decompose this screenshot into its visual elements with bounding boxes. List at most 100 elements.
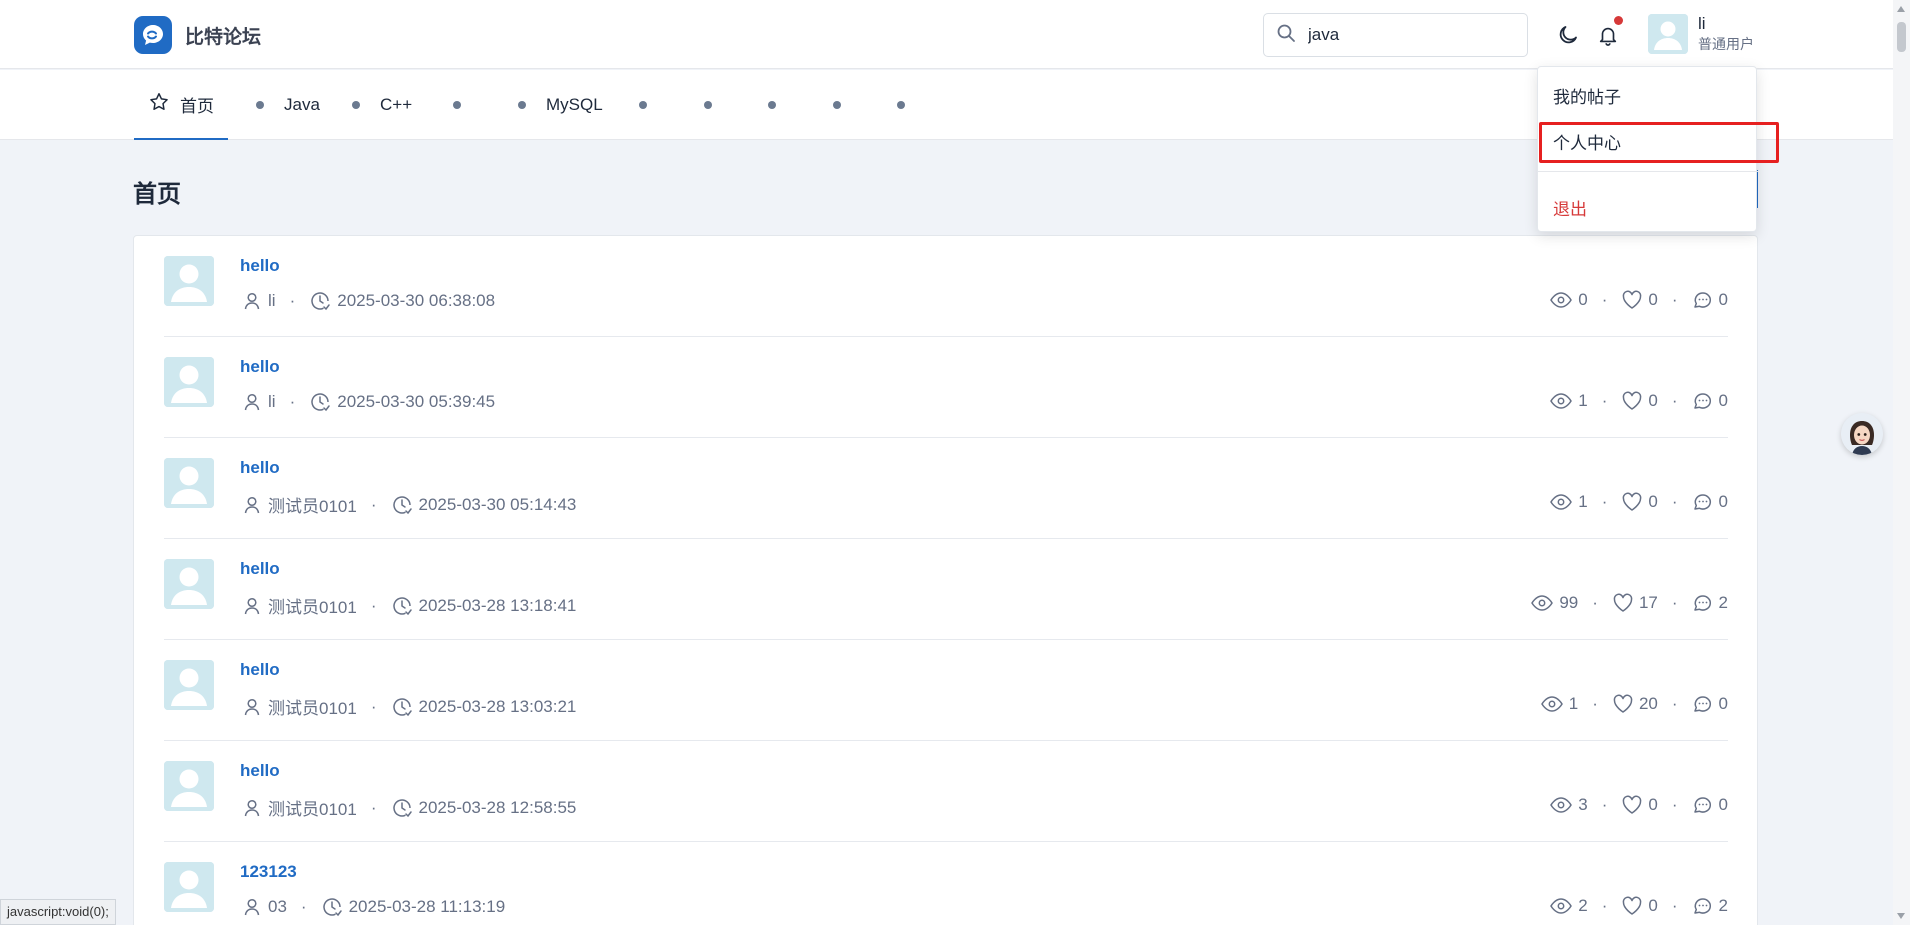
user-name: li (1698, 14, 1706, 33)
post-row[interactable]: hello 测试员0101 · 2025-03-30 05:14:43 1 · 0 · 0 (164, 438, 1728, 539)
nav-item-category-7[interactable] (768, 70, 796, 140)
eye-icon (1530, 593, 1554, 613)
post-title-link[interactable]: hello (240, 660, 280, 680)
user-icon (242, 798, 262, 818)
eye-icon (1549, 795, 1573, 815)
nav-item-category-6[interactable] (704, 70, 732, 140)
separator: · (1671, 290, 1678, 309)
nav-item-category-5[interactable] (639, 70, 667, 140)
post-title-link[interactable]: hello (240, 256, 280, 276)
avatar (1648, 14, 1688, 54)
nav-item-label: Java (284, 95, 320, 114)
post-row[interactable]: hello 测试员0101 · 2025-03-28 13:18:41 99 · 17 · 2 (164, 539, 1728, 640)
author-avatar[interactable] (164, 660, 214, 710)
separator: · (289, 392, 296, 411)
star-icon (148, 91, 170, 118)
user-menu-trigger[interactable]: li 普通用户 (1648, 14, 1754, 54)
page-title: 首页 (133, 181, 181, 208)
nav-item-mysql[interactable]: MySQL (518, 70, 603, 140)
post-author[interactable]: 测试员0101 (268, 694, 357, 719)
post-author[interactable]: 03 (268, 897, 287, 917)
menu-item-my-posts[interactable]: 我的帖子 (1553, 83, 1621, 108)
post-row[interactable]: hello li · 2025-03-30 06:38:08 0 · 0 · 0 (164, 236, 1728, 337)
post-row[interactable]: hello li · 2025-03-30 05:39:45 1 · 0 · 0 (164, 337, 1728, 438)
nav-item-category-3[interactable] (453, 70, 481, 140)
like-count: 0 (1648, 391, 1658, 410)
post-author[interactable]: 测试员0101 (268, 492, 357, 517)
comment-icon (1692, 795, 1714, 815)
clock-icon (391, 595, 413, 617)
separator: · (1601, 290, 1608, 309)
like-count: 0 (1648, 290, 1658, 309)
search-icon (1276, 23, 1296, 48)
user-icon (242, 697, 262, 717)
post-author[interactable]: 测试员0101 (268, 795, 357, 820)
nav-item-java[interactable]: Java (256, 70, 320, 140)
author-avatar[interactable] (164, 458, 214, 508)
post-row[interactable]: hello 测试员0101 · 2025-03-28 12:58:55 3 · 0 · 0 (164, 741, 1728, 842)
brand[interactable]: 比特论坛 (134, 16, 261, 54)
dot-icon (352, 101, 360, 109)
author-avatar[interactable] (164, 559, 214, 609)
scrollbar-thumb[interactable] (1897, 22, 1906, 52)
notification-bell-icon[interactable] (1595, 16, 1623, 48)
author-avatar[interactable] (164, 862, 214, 912)
scroll-down-arrow-icon[interactable] (1897, 913, 1905, 919)
search-input[interactable] (1308, 25, 1508, 45)
clock-icon (391, 696, 413, 718)
separator: · (300, 897, 307, 916)
post-row[interactable]: hello 测试员0101 · 2025-03-28 13:03:21 1 · 20 · 0 (164, 640, 1728, 741)
assistant-avatar-button[interactable] (1841, 413, 1883, 455)
like-count: 0 (1648, 492, 1658, 511)
nav-item-home[interactable]: 首页 (134, 70, 228, 140)
nav-item-cpp[interactable]: C++ (352, 70, 412, 140)
post-author[interactable]: li (268, 291, 276, 311)
separator: · (1671, 593, 1678, 612)
comment-count: 2 (1718, 896, 1728, 915)
heart-icon (1612, 593, 1634, 613)
theme-moon-icon[interactable] (1555, 22, 1581, 48)
separator: · (1601, 492, 1608, 511)
selection-highlight-box (1539, 122, 1779, 163)
scroll-up-arrow-icon[interactable] (1897, 6, 1905, 12)
post-title-link[interactable]: hello (240, 458, 280, 478)
post-title-link[interactable]: hello (240, 761, 280, 781)
separator: · (289, 291, 296, 310)
post-author[interactable]: 测试员0101 (268, 593, 357, 618)
author-avatar[interactable] (164, 256, 214, 306)
author-avatar[interactable] (164, 357, 214, 407)
clock-icon (309, 290, 331, 312)
post-author[interactable]: li (268, 392, 276, 412)
status-link-preview: javascript:void(0); (0, 899, 116, 925)
clock-icon (321, 896, 343, 918)
dot-icon (518, 101, 526, 109)
user-icon (242, 596, 262, 616)
post-title-link[interactable]: hello (240, 559, 280, 579)
post-row[interactable]: 123123 03 · 2025-03-28 11:13:19 2 · 0 · 2 (164, 842, 1728, 925)
heart-icon (1621, 391, 1643, 411)
view-count: 1 (1578, 391, 1588, 410)
comment-count: 0 (1718, 795, 1728, 814)
post-time: 2025-03-28 12:58:55 (418, 797, 577, 817)
nav-item-category-9[interactable] (897, 70, 925, 140)
view-count: 0 (1578, 290, 1588, 309)
eye-icon (1540, 694, 1564, 714)
comment-icon (1692, 593, 1714, 613)
heart-icon (1621, 492, 1643, 512)
heart-icon (1621, 896, 1643, 916)
menu-item-logout[interactable]: 退出 (1553, 195, 1587, 220)
nav-item-category-8[interactable] (833, 70, 861, 140)
like-count: 20 (1638, 694, 1658, 713)
search-box[interactable] (1263, 13, 1528, 57)
post-title-link[interactable]: hello (240, 357, 280, 377)
comment-icon (1692, 896, 1714, 916)
separator: · (370, 797, 377, 817)
dot-icon (768, 101, 776, 109)
post-time: 2025-03-30 05:14:43 (418, 494, 577, 514)
separator: · (1592, 694, 1598, 713)
post-title-link[interactable]: 123123 (240, 862, 297, 882)
author-avatar[interactable] (164, 761, 214, 811)
separator: · (1671, 391, 1678, 410)
scrollbar[interactable] (1893, 0, 1910, 925)
dot-icon (833, 101, 841, 109)
